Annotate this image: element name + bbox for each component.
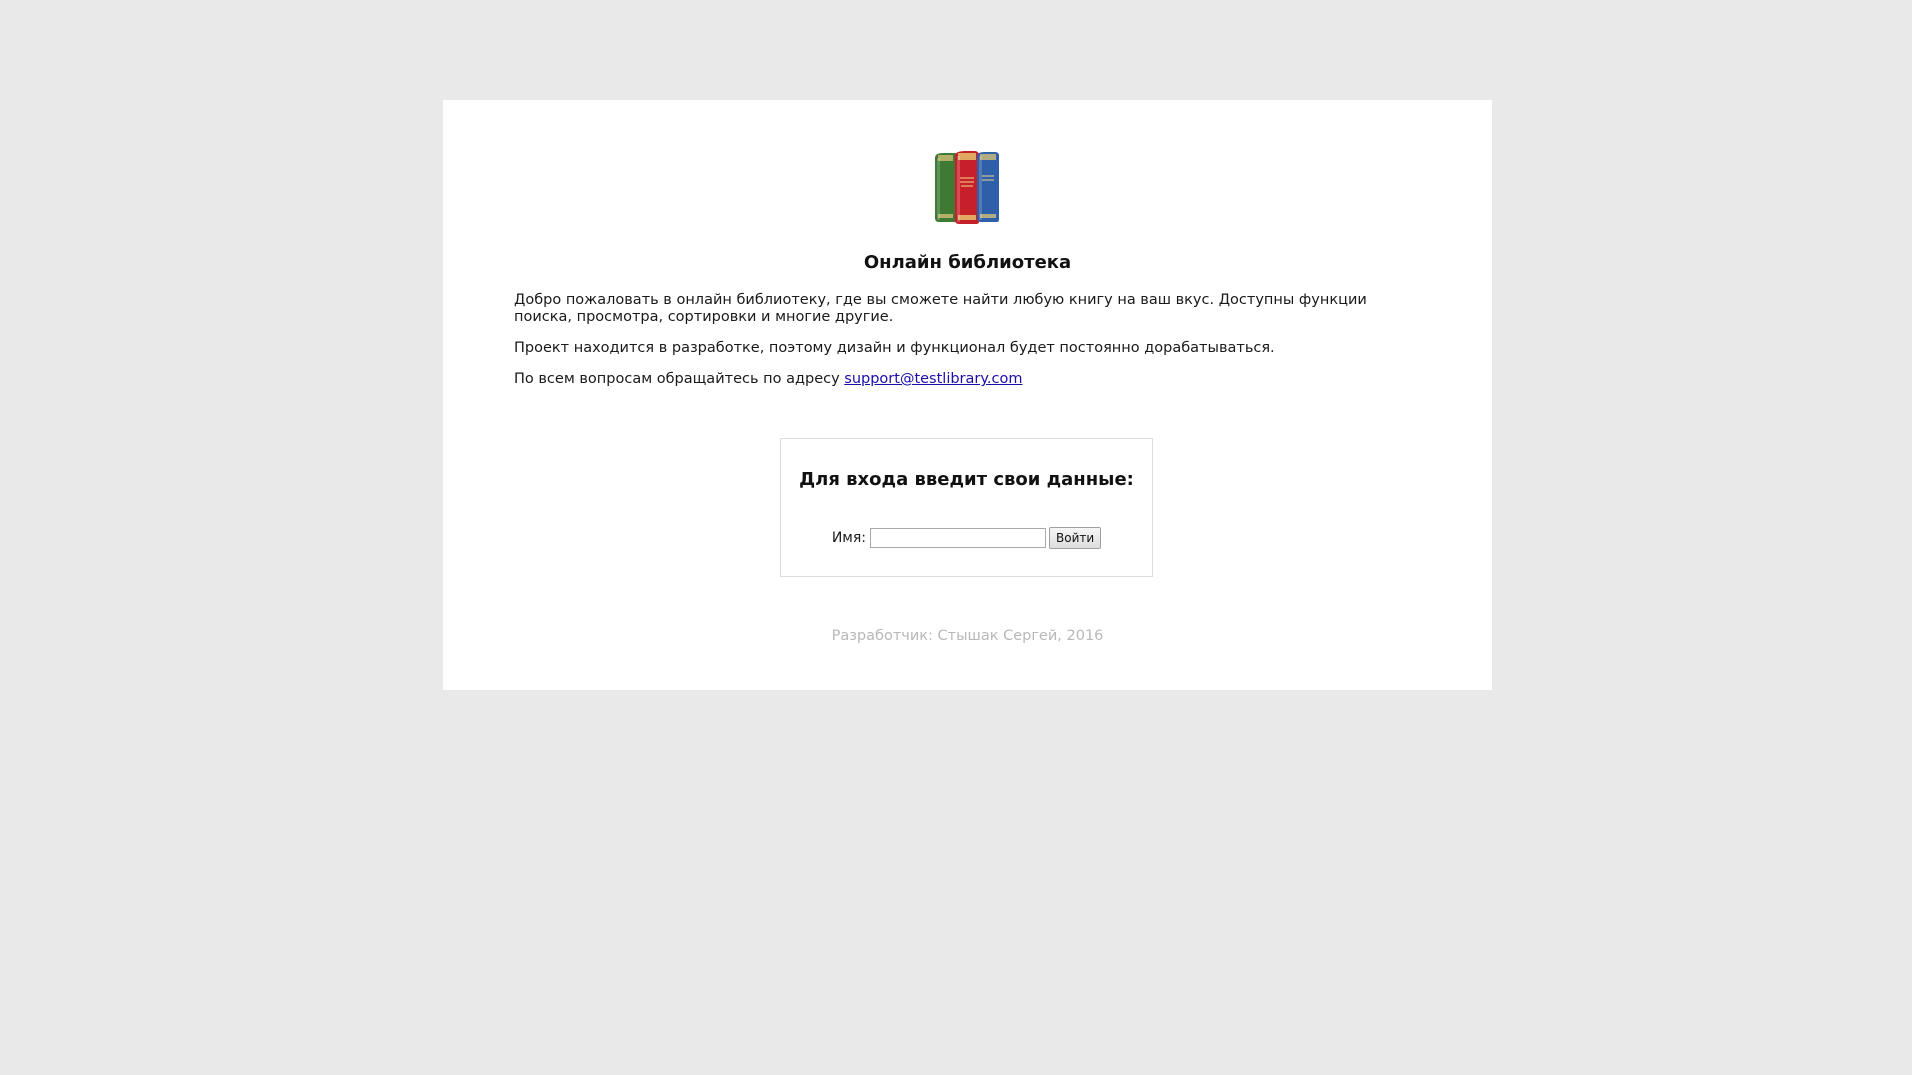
development-paragraph: Проект находится в разработке, поэтому д… (514, 340, 1275, 356)
login-title: Для входа введит свои данные: (799, 469, 1134, 490)
name-input[interactable] (870, 528, 1046, 548)
footer-credits: Разработчик: Стышак Сергей, 2016 (831, 628, 1104, 644)
contact-text: По всем вопросам обращайтесь по адресу (514, 371, 845, 387)
login-form: Имя: Войти (781, 527, 1152, 549)
login-button[interactable]: Войти (1049, 527, 1102, 549)
books-icon (935, 151, 999, 224)
page-title: Онлайн библиотека (863, 252, 1072, 273)
contact-paragraph: По всем вопросам обращайтесь по адресу s… (514, 371, 1414, 388)
login-form-box: Для входа введит свои данные: Имя: Войти (780, 438, 1153, 577)
main-panel: Онлайн библиотека Добро пожаловать в онл… (443, 100, 1492, 690)
support-email-link[interactable]: support@testlibrary.com (844, 371, 1022, 387)
name-label: Имя: (831, 530, 866, 546)
welcome-paragraph: Добро пожаловать в онлайн библиотеку, гд… (514, 292, 1367, 325)
